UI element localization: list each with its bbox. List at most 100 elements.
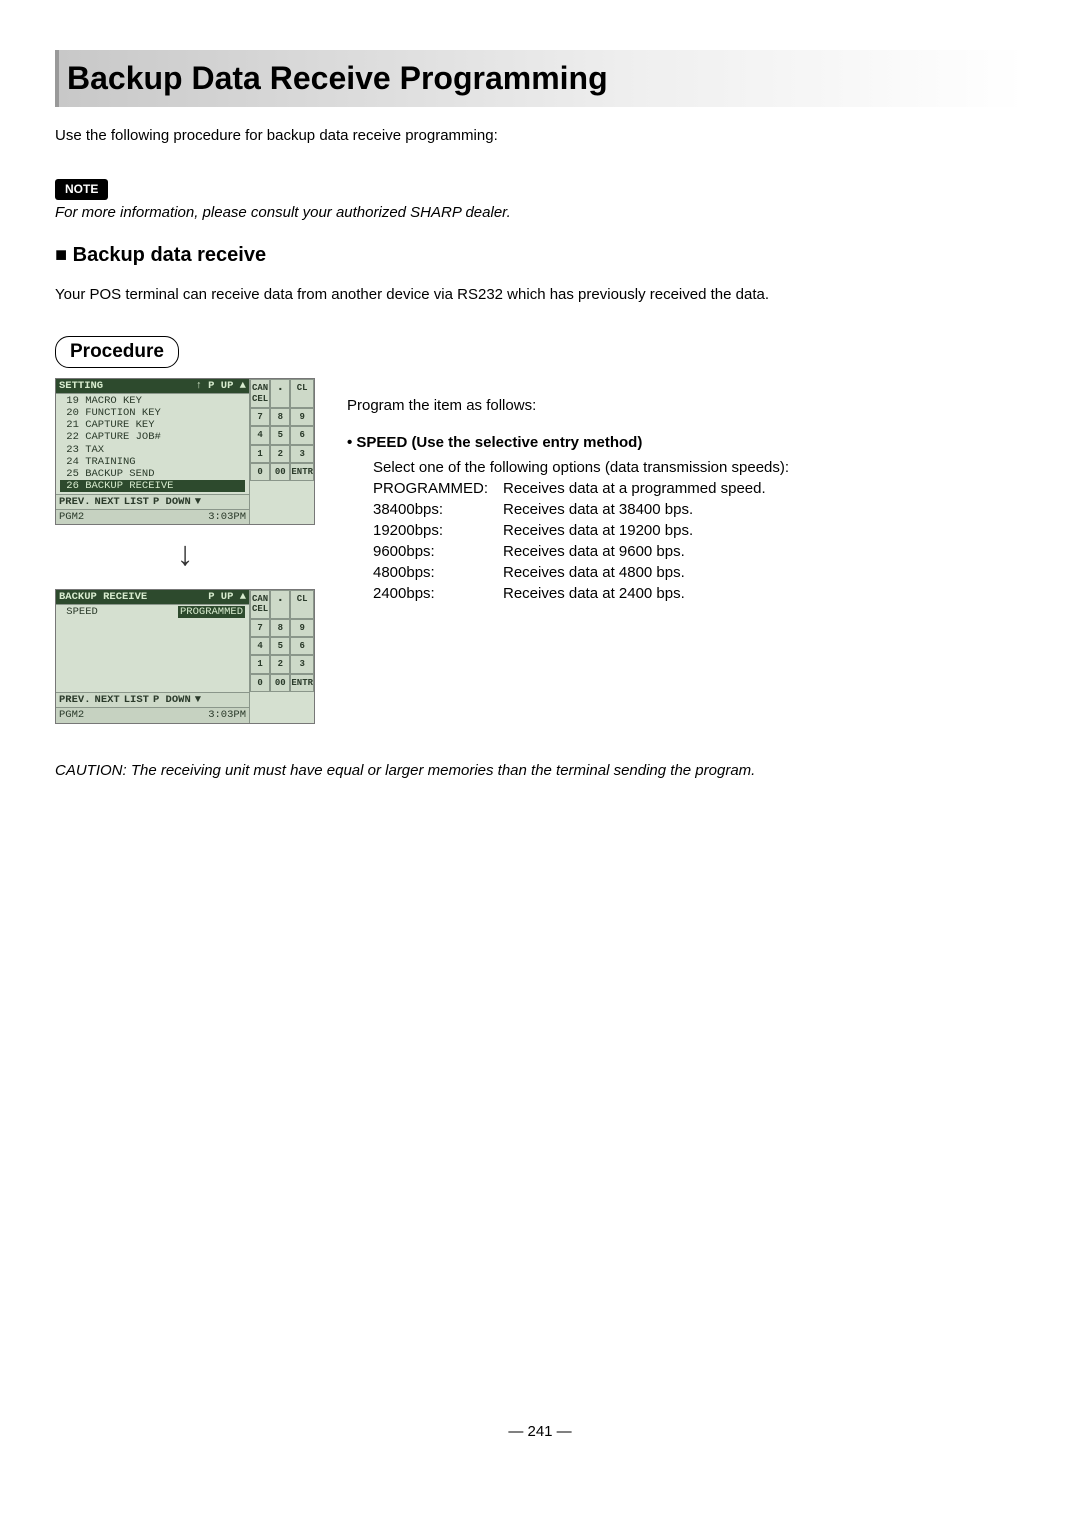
option-label: 2400bps:: [373, 583, 503, 604]
footer-button: ▼: [195, 694, 201, 706]
speed-heading: • SPEED (Use the selective entry method): [347, 432, 1025, 453]
section-body: Your POS terminal can receive data from …: [55, 284, 1025, 305]
list-item: 24 TRAINING: [60, 456, 245, 468]
pos2-keypad: CAN CEL.CL789456123000ENTR: [250, 590, 314, 692]
keypad-key: CL: [290, 379, 314, 408]
list-item: 19 MACRO KEY: [60, 395, 245, 407]
option-desc: Receives data at 2400 bps.: [503, 583, 685, 604]
pos1-footer: PREV. NEXT LIST P DOWN ▼: [56, 494, 249, 509]
page-title: Backup Data Receive Programming: [67, 56, 1015, 101]
footer-button: PREV.: [59, 694, 91, 706]
keypad-key: 3: [290, 655, 314, 673]
keypad-key: 6: [290, 637, 314, 655]
footer-button: NEXT: [95, 496, 120, 508]
program-item-text: Program the item as follows:: [347, 395, 1025, 416]
pos1-header-right: ↑ P UP ▲: [196, 380, 246, 392]
keypad-key: CAN CEL: [250, 590, 270, 619]
footer-button: LIST: [124, 694, 149, 706]
keypad-key: 4: [250, 426, 270, 444]
keypad-key: 0: [250, 463, 270, 481]
speed-option: PROGRAMMED:Receives data at a programmed…: [373, 478, 1025, 499]
keypad-key: 3: [290, 445, 314, 463]
keypad-key: 1: [250, 655, 270, 673]
speed-option: 4800bps:Receives data at 4800 bps.: [373, 562, 1025, 583]
option-desc: Receives data at a programmed speed.: [503, 478, 766, 499]
keypad-key: 5: [270, 637, 290, 655]
keypad-key: 0: [250, 674, 270, 692]
keypad-key: 1: [250, 445, 270, 463]
keypad-key: 2: [270, 655, 290, 673]
option-label: PROGRAMMED:: [373, 478, 503, 499]
pos1-status-left: PGM2: [59, 511, 84, 523]
keypad-key: 00: [270, 674, 290, 692]
list-item: 22 CAPTURE JOB#: [60, 431, 245, 443]
list-item: 21 CAPTURE KEY: [60, 419, 245, 431]
pos-screen-setting: SETTING ↑ P UP ▲ 19 MACRO KEY 20 FUNCTIO…: [55, 378, 315, 525]
footer-button: PREV.: [59, 496, 91, 508]
keypad-key: ENTR: [290, 463, 314, 481]
option-desc: Receives data at 19200 bps.: [503, 520, 693, 541]
list-item: 25 BACKUP SEND: [60, 468, 245, 480]
footer-button: NEXT: [95, 694, 120, 706]
pos2-status-right: 3:03PM: [208, 709, 246, 721]
speed-options-list: PROGRAMMED:Receives data at a programmed…: [373, 478, 1025, 604]
pos2-list: SPEED PROGRAMMED: [56, 605, 249, 692]
footer-button: ▼: [195, 496, 201, 508]
option-label: 4800bps:: [373, 562, 503, 583]
arrow-down-icon: ↓: [55, 537, 315, 571]
list-item-selected: 26 BACKUP RECEIVE: [60, 480, 245, 492]
pos2-status-left: PGM2: [59, 709, 84, 721]
keypad-key: CL: [290, 590, 314, 619]
pos-screen-backup-receive: BACKUP RECEIVE P UP ▲ SPEED PROGRAMMED P…: [55, 589, 315, 724]
option-label: 38400bps:: [373, 499, 503, 520]
keypad-key: 8: [270, 619, 290, 637]
pos1-list: 19 MACRO KEY 20 FUNCTION KEY 21 CAPTURE …: [56, 394, 249, 494]
procedure-label: Procedure: [55, 336, 179, 369]
select-line: Select one of the following options (dat…: [373, 457, 1025, 478]
footer-button: LIST: [124, 496, 149, 508]
keypad-key: .: [270, 379, 290, 408]
list-item: 20 FUNCTION KEY: [60, 407, 245, 419]
speed-option: 2400bps:Receives data at 2400 bps.: [373, 583, 1025, 604]
pos1-keypad: CAN CEL.CL789456123000ENTR: [250, 379, 314, 481]
option-desc: Receives data at 4800 bps.: [503, 562, 685, 583]
pos2-header-right: P UP ▲: [208, 591, 246, 603]
option-label: 9600bps:: [373, 541, 503, 562]
instructions-column: Program the item as follows: • SPEED (Us…: [347, 378, 1025, 604]
keypad-key: 2: [270, 445, 290, 463]
pos1-header-left: SETTING: [59, 380, 103, 392]
pos2-header-left: BACKUP RECEIVE: [59, 591, 147, 603]
speed-option: 19200bps:Receives data at 19200 bps.: [373, 520, 1025, 541]
keypad-key: ENTR: [290, 674, 314, 692]
title-bar: Backup Data Receive Programming: [55, 50, 1025, 107]
caution-text: CAUTION: The receiving unit must have eq…: [55, 760, 1025, 781]
keypad-key: 00: [270, 463, 290, 481]
option-desc: Receives data at 38400 bps.: [503, 499, 693, 520]
keypad-key: 5: [270, 426, 290, 444]
pos2-footer: PREV. NEXT LIST P DOWN ▼: [56, 692, 249, 707]
option-label: 19200bps:: [373, 520, 503, 541]
note-text: For more information, please consult you…: [55, 202, 1025, 223]
speed-option: 38400bps:Receives data at 38400 bps.: [373, 499, 1025, 520]
section-heading: Backup data receive: [55, 241, 1025, 269]
note-label: NOTE: [55, 179, 108, 200]
keypad-key: 8: [270, 408, 290, 426]
keypad-key: .: [270, 590, 290, 619]
option-desc: Receives data at 9600 bps.: [503, 541, 685, 562]
footer-button: P DOWN: [153, 694, 191, 706]
intro-text: Use the following procedure for backup d…: [55, 125, 1025, 146]
footer-button: P DOWN: [153, 496, 191, 508]
speed-option: 9600bps:Receives data at 9600 bps.: [373, 541, 1025, 562]
pos1-status-right: 3:03PM: [208, 511, 246, 523]
keypad-key: 6: [290, 426, 314, 444]
pos2-line-left: SPEED: [60, 606, 98, 618]
keypad-key: 9: [290, 619, 314, 637]
keypad-key: 7: [250, 408, 270, 426]
list-item: 23 TAX: [60, 444, 245, 456]
keypad-key: 7: [250, 619, 270, 637]
pos2-line-right: PROGRAMMED: [178, 606, 245, 618]
screenshots-column: SETTING ↑ P UP ▲ 19 MACRO KEY 20 FUNCTIO…: [55, 378, 315, 731]
keypad-key: CAN CEL: [250, 379, 270, 408]
keypad-key: 4: [250, 637, 270, 655]
keypad-key: 9: [290, 408, 314, 426]
